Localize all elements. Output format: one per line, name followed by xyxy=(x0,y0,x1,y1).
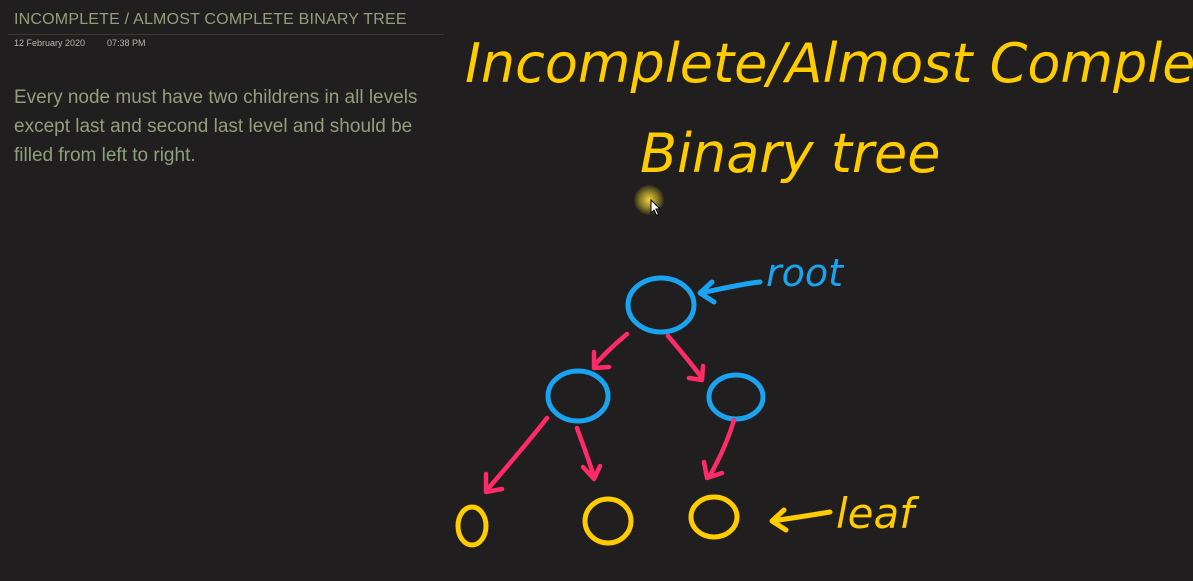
note-page: INCOMPLETE / ALMOST COMPLETE BINARY TREE… xyxy=(0,0,1193,581)
drawing-heading-line1: Incomplete/Almost Complete xyxy=(465,32,1193,95)
ink-drawing-canvas: Incomplete/Almost Complete Binary tree r… xyxy=(455,32,1193,548)
edge-right-leaf3 xyxy=(701,417,737,481)
leaf-node-2 xyxy=(582,496,634,546)
root-pointer-arrow xyxy=(697,279,763,305)
leaf-pointer-arrow xyxy=(769,507,833,533)
root-node xyxy=(625,275,697,335)
root-label: root xyxy=(766,251,845,295)
drawing-heading-line2: Binary tree xyxy=(640,122,941,185)
leaf-label: leaf xyxy=(836,489,920,538)
edge-root-right xyxy=(665,333,706,383)
left-child-node xyxy=(545,368,611,424)
mouse-cursor-icon xyxy=(650,199,662,217)
edge-left-leaf2 xyxy=(574,425,603,482)
leaf-node-1 xyxy=(455,504,489,548)
edge-root-left xyxy=(591,331,630,371)
edge-left-leaf1 xyxy=(483,415,550,495)
leaf-node-3 xyxy=(688,494,740,540)
right-child-node xyxy=(706,372,766,422)
